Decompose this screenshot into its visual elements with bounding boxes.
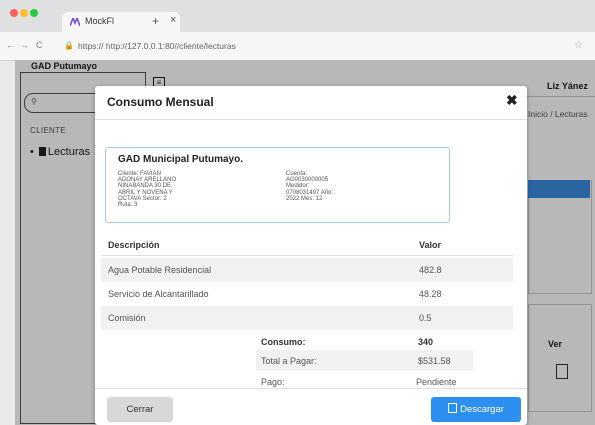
account-details: Cuenta: AG0030000005 Medidor: 0708031497 Añ… [286,171,334,202]
cerrar-button[interactable]: Cerrar [107,397,173,422]
row-description: Servicio de Alcantarillado [108,289,209,299]
divider [95,119,527,120]
consumo-mensual-modal: Consumo Mensual ✖ GAD Municipal Putumayo… [95,86,527,425]
reload-icon[interactable]: C [36,40,43,50]
browser-tab-bar: MockFl + × [0,0,595,32]
window-controls [10,9,40,17]
close-icon[interactable]: ✖ [506,92,518,109]
bookmark-star-icon[interactable]: ☆ [574,40,583,51]
column-header-descripcion: Descripción [108,240,160,250]
close-window-button[interactable] [10,9,18,17]
row-description: Comisión [108,313,146,323]
pago-status: Pendiente [416,377,457,387]
row-value: 48.28 [419,289,442,299]
total-label: Total a Pagar: [261,356,317,366]
row-value: 0.5 [419,313,432,323]
organization-name: GAD Municipal Putumayo. [118,154,244,165]
row-value: 482.8 [419,265,442,275]
maximize-window-button[interactable] [30,9,38,17]
mockflow-logo-icon [70,18,80,26]
total-row: Total a Pagar: $531.58 [256,350,473,371]
table-row: Servicio de Alcantarillado 48.28 [101,282,513,306]
url-field[interactable]: 🔒 https:// http://127.0.0.1:80//cliente/… [60,37,583,54]
descargar-label: Descargar [460,404,504,415]
modal-title: Consumo Mensual [107,95,214,109]
table-row: Agua Potable Residencial 482.8 [101,258,513,282]
total-value: $531.58 [418,356,451,366]
forward-icon[interactable]: → [20,40,29,50]
row-description: Agua Potable Residencial [108,265,212,275]
descargar-button[interactable]: Descargar [431,397,521,422]
client-details: Cliente: FAVIAN ADONAY ARELLANO NINABANDA … [118,171,177,209]
close-tab-icon[interactable]: × [170,14,176,26]
tab-title: MockFl [85,16,114,26]
client-info-card: GAD Municipal Putumayo. Cliente: FAVIAN A… [105,147,450,223]
consumo-label: Consumo: [261,337,306,347]
new-tab-icon[interactable]: + [152,14,159,28]
browser-tab[interactable]: MockFl + × [62,12,180,32]
url-text: https:// http://127.0.0.1:80//cliente/le… [78,41,236,51]
pago-label: Pago: [261,377,285,387]
table-header: Descripción Valor [101,233,513,256]
back-icon[interactable]: ← [6,40,15,50]
minimize-window-button[interactable] [20,9,28,17]
consumo-value: 340 [418,337,434,347]
column-header-valor: Valor [419,240,442,250]
table-row: Comisión 0.5 [101,306,513,330]
address-bar: ← → C 🔒 https:// http://127.0.0.1:80//cl… [0,32,595,61]
pdf-file-icon [448,403,458,413]
divider [95,388,527,389]
lock-icon: 🔒 [64,41,74,50]
